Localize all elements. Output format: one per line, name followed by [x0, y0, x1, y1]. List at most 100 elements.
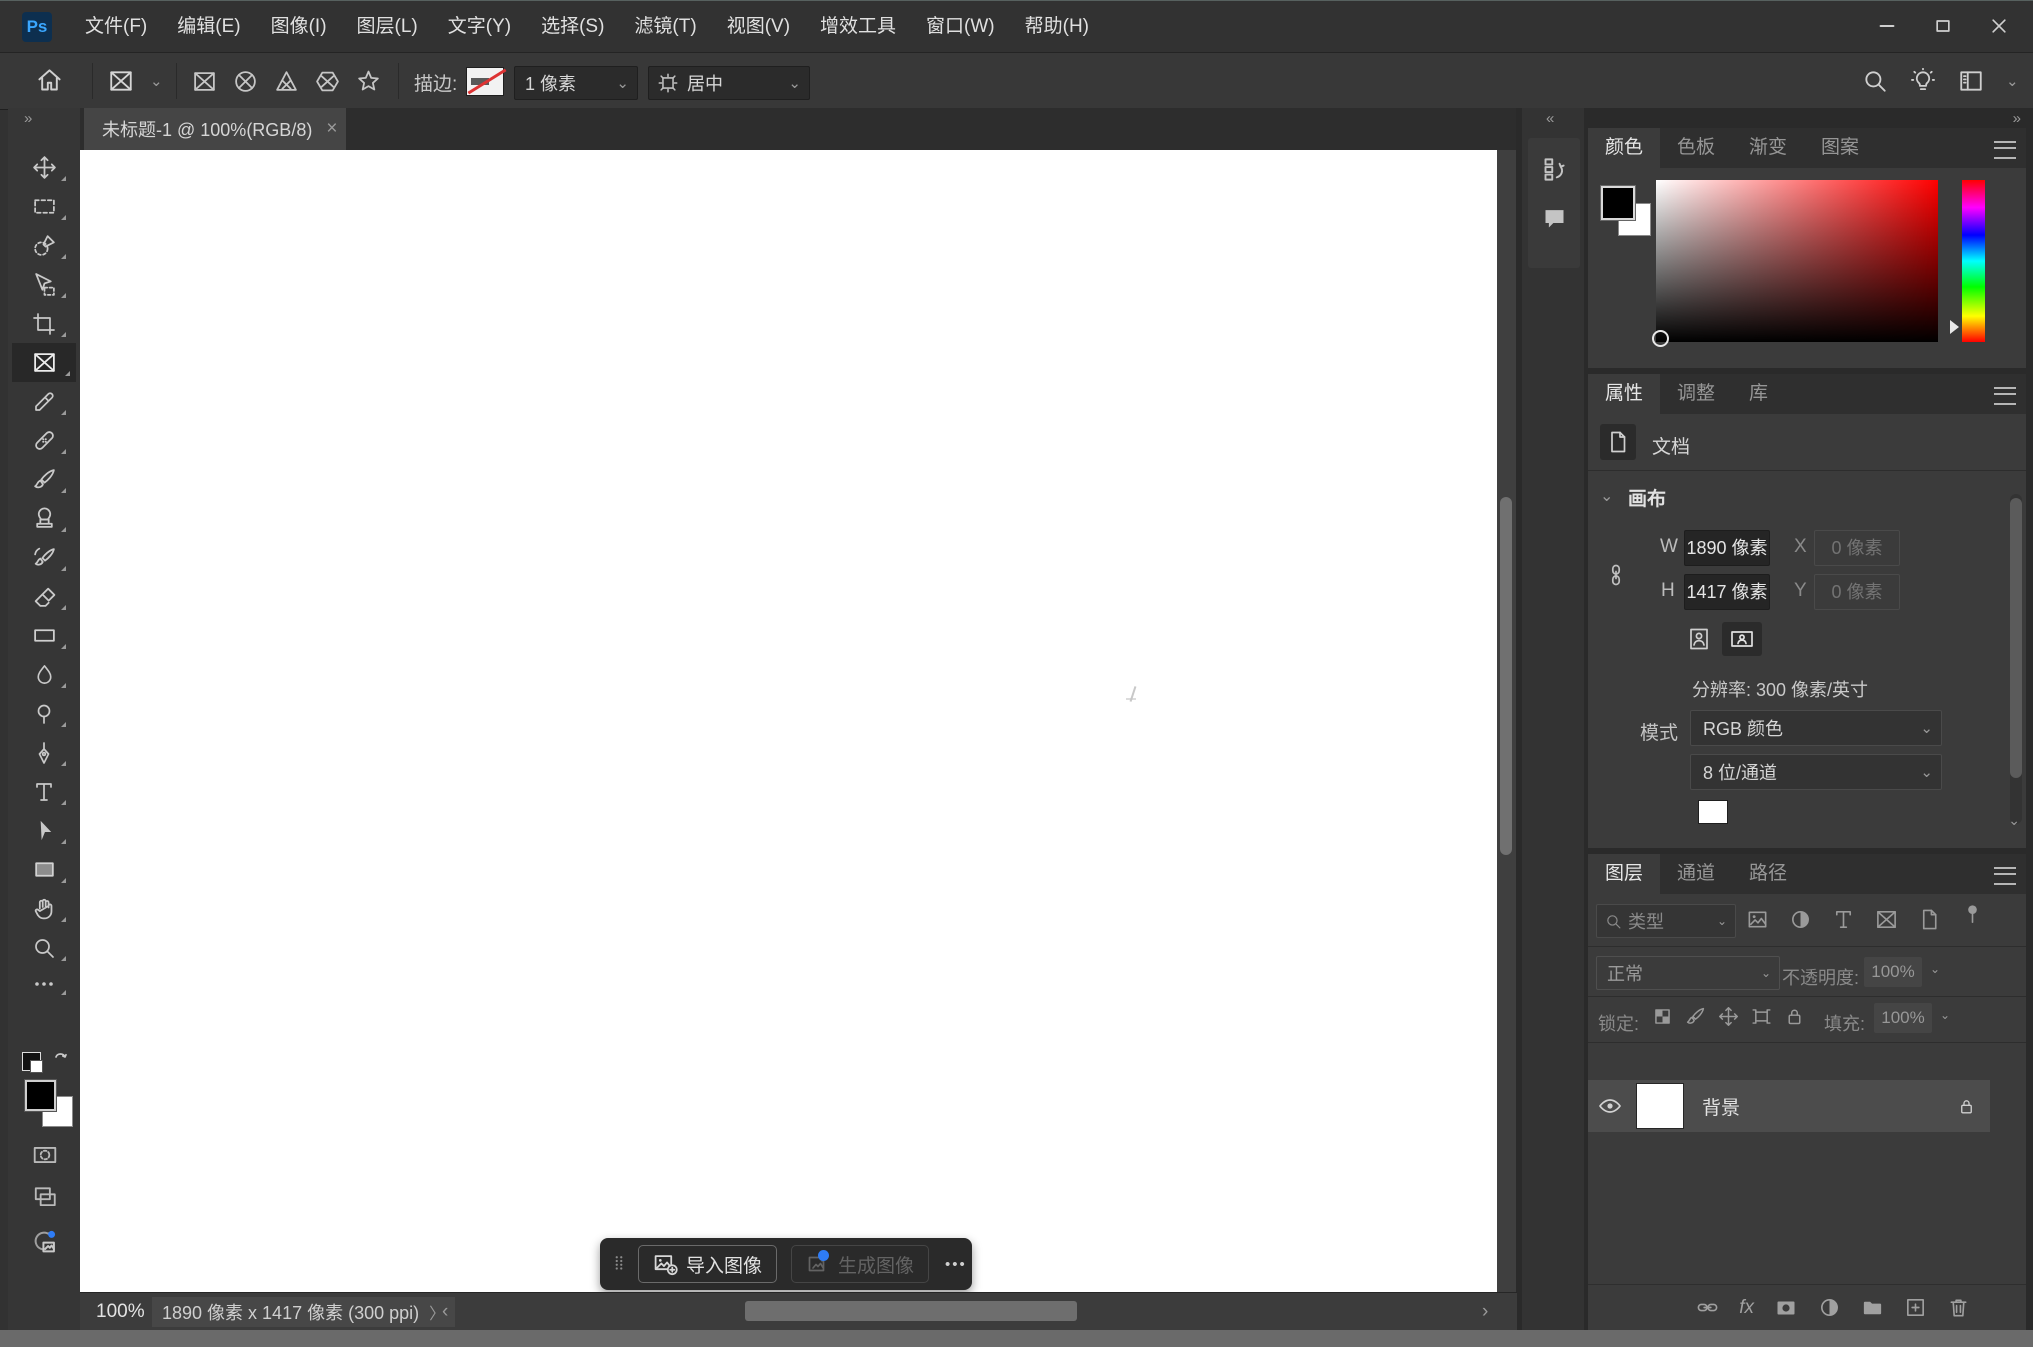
- color-mode-select[interactable]: RGB 颜色 ⌄: [1690, 710, 1942, 746]
- panel-scrollbar[interactable]: [2010, 494, 2022, 824]
- tab-swatches[interactable]: 色板: [1660, 128, 1732, 168]
- layer-filter-search[interactable]: 类型 ⌄: [1596, 904, 1736, 938]
- path-selection-tool[interactable]: [16, 811, 72, 850]
- panel-menu-icon[interactable]: [1994, 141, 2016, 159]
- canvas[interactable]: [80, 150, 1497, 1292]
- workspace-icon[interactable]: [1958, 68, 1984, 94]
- link-layers-icon[interactable]: [1696, 1296, 1719, 1319]
- history-brush-tool[interactable]: [16, 538, 72, 577]
- section-collapse-icon[interactable]: ⌄: [1600, 486, 1613, 506]
- screen-mode-button[interactable]: [32, 1184, 58, 1210]
- tool-preset-button[interactable]: ⌄: [108, 68, 171, 94]
- menu-select[interactable]: 选择(S): [526, 1, 619, 53]
- menu-edit[interactable]: 编辑(E): [162, 1, 255, 53]
- quick-mask-button[interactable]: [32, 1142, 58, 1168]
- tab-properties[interactable]: 属性: [1588, 374, 1661, 414]
- new-layer-icon[interactable]: [1904, 1296, 1927, 1319]
- layer-visibility-toggle[interactable]: [1588, 1094, 1632, 1118]
- filter-type-icon[interactable]: [1832, 908, 1855, 931]
- search-icon[interactable]: [1862, 68, 1888, 94]
- maximize-button[interactable]: [1915, 9, 1971, 43]
- lock-all-icon[interactable]: [1784, 1006, 1805, 1027]
- tab-libraries[interactable]: 库: [1732, 374, 1785, 414]
- eraser-tool[interactable]: [16, 577, 72, 616]
- filter-smart-object-icon[interactable]: [1918, 908, 1941, 931]
- lock-pixels-icon[interactable]: [1685, 1006, 1706, 1027]
- layer-lock-icon[interactable]: [1957, 1097, 1976, 1116]
- canvas-color-swatch[interactable]: [1698, 800, 1728, 824]
- menu-view[interactable]: 视图(V): [712, 1, 805, 53]
- hand-tool[interactable]: [16, 889, 72, 928]
- polygon-frame-icon[interactable]: [315, 69, 340, 94]
- add-mask-icon[interactable]: [1774, 1296, 1798, 1320]
- x-field[interactable]: 0 像素: [1814, 530, 1900, 566]
- document-info[interactable]: 1890 像素 x 1417 像素 (300 ppi) 〉: [152, 1297, 456, 1327]
- fg-color-swatch[interactable]: [1600, 185, 1636, 221]
- link-dimensions-icon[interactable]: [1604, 554, 1628, 596]
- stroke-color-swatch[interactable]: [466, 67, 507, 96]
- panel-scrollbar-thumb[interactable]: [2010, 498, 2022, 778]
- discover-lightbulb-icon[interactable]: [1910, 68, 1936, 94]
- selection-brush-tool[interactable]: [16, 226, 72, 265]
- document-tab[interactable]: 未标题-1 @ 100%(RGB/8) ×: [84, 108, 346, 150]
- scroll-left-icon[interactable]: ‹: [442, 1301, 448, 1323]
- toolbar-expand-icon[interactable]: »: [24, 110, 32, 127]
- import-image-button[interactable]: 导入图像: [638, 1245, 778, 1283]
- default-colors-icon[interactable]: [22, 1052, 43, 1073]
- layer-name[interactable]: 背景: [1702, 1093, 1740, 1120]
- history-panel-button[interactable]: [1528, 138, 1580, 183]
- brush-tool[interactable]: [16, 460, 72, 499]
- filter-shape-icon[interactable]: [1875, 908, 1898, 931]
- generate-image-button[interactable]: 生成图像: [791, 1245, 930, 1283]
- horizontal-scrollbar-thumb[interactable]: [745, 1301, 1077, 1321]
- filter-image-icon[interactable]: [1746, 908, 1769, 931]
- foreground-color-swatch[interactable]: [24, 1079, 57, 1112]
- layer-row-background[interactable]: 背景: [1588, 1080, 1990, 1132]
- type-tool[interactable]: [16, 772, 72, 811]
- edit-toolbar-button[interactable]: [16, 967, 72, 1001]
- stroke-width-select[interactable]: 1 像素 ⌄: [514, 66, 638, 100]
- tab-patterns[interactable]: 图案: [1804, 128, 1876, 168]
- scroll-right-icon[interactable]: ›: [1482, 1301, 1488, 1323]
- tab-channels[interactable]: 通道: [1660, 854, 1732, 894]
- dock-collapse-icon[interactable]: »: [2013, 110, 2021, 127]
- tab-paths[interactable]: 路径: [1732, 854, 1804, 894]
- hue-slider[interactable]: [1962, 180, 1985, 342]
- layer-style-fx-icon[interactable]: fx: [1739, 1297, 1754, 1319]
- triangle-frame-icon[interactable]: [274, 69, 299, 94]
- strip-expand-icon[interactable]: «: [1546, 110, 1554, 127]
- menu-type[interactable]: 文字(Y): [433, 1, 526, 53]
- filter-adjustment-icon[interactable]: [1789, 908, 1812, 931]
- taskbar-more-button[interactable]: •••: [945, 1256, 967, 1273]
- rect-frame-icon[interactable]: [192, 69, 217, 94]
- width-field[interactable]: 1890 像素: [1684, 530, 1770, 566]
- height-field[interactable]: 1417 像素: [1684, 574, 1770, 610]
- home-button[interactable]: [36, 67, 63, 94]
- menu-window[interactable]: 窗口(W): [911, 1, 1010, 53]
- marquee-tool[interactable]: [16, 187, 72, 226]
- eyedropper-tool[interactable]: [16, 382, 72, 421]
- taskbar-grip[interactable]: [600, 1252, 634, 1276]
- menu-help[interactable]: 帮助(H): [1010, 1, 1104, 53]
- menu-file[interactable]: 文件(F): [70, 1, 162, 53]
- opacity-value[interactable]: 100%: [1864, 957, 1922, 987]
- hue-slider-arrow[interactable]: [1950, 320, 1959, 334]
- vertical-scrollbar[interactable]: [1497, 150, 1516, 1292]
- bit-depth-select[interactable]: 8 位/通道 ⌄: [1690, 754, 1942, 790]
- move-tool[interactable]: [16, 148, 72, 187]
- frame-tool[interactable]: [12, 343, 76, 382]
- menu-filter[interactable]: 滤镜(T): [619, 1, 711, 53]
- panel-menu-icon[interactable]: [1994, 867, 2016, 885]
- filter-toggle-pin-icon[interactable]: [1961, 902, 1984, 925]
- menu-plugins[interactable]: 增效工具: [805, 1, 911, 53]
- swap-colors-icon[interactable]: [50, 1048, 74, 1072]
- crop-tool[interactable]: [16, 304, 72, 343]
- panel-menu-icon[interactable]: [1994, 387, 2016, 405]
- landscape-orientation-button[interactable]: [1722, 622, 1762, 656]
- color-picker-ring[interactable]: [1652, 330, 1669, 347]
- object-selection-tool[interactable]: [16, 265, 72, 304]
- tab-gradients[interactable]: 渐变: [1732, 128, 1804, 168]
- gradient-tool[interactable]: [16, 616, 72, 655]
- tab-layers[interactable]: 图层: [1588, 854, 1661, 894]
- close-button[interactable]: [1971, 9, 2027, 43]
